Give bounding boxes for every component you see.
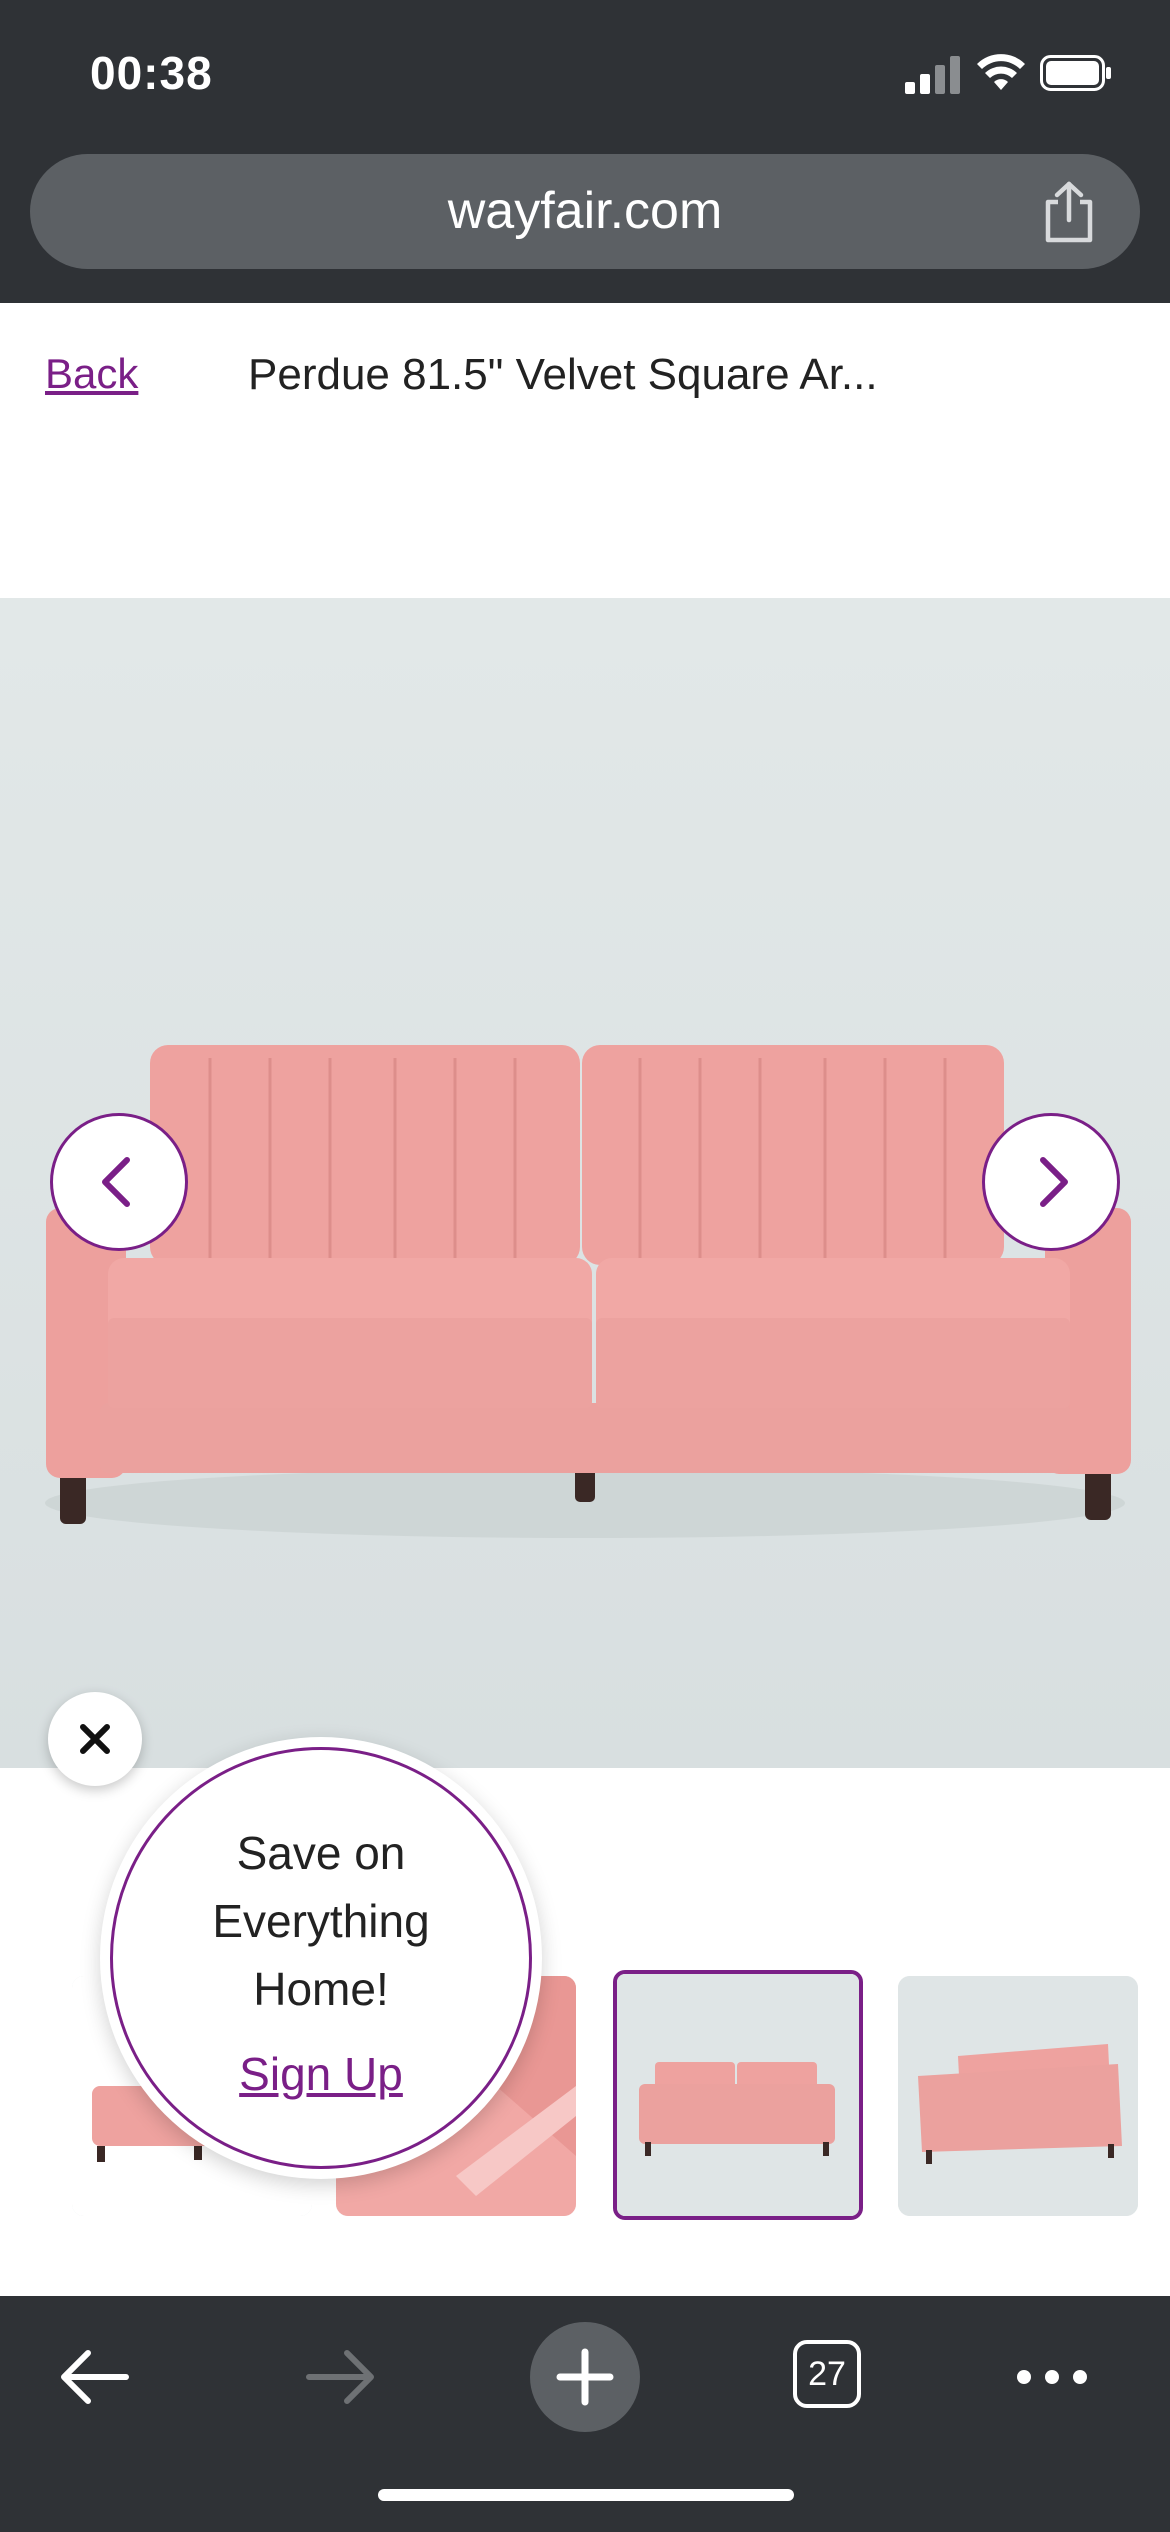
close-promo-button[interactable] <box>48 1692 142 1786</box>
back-link[interactable]: Back <box>45 350 138 398</box>
chevron-right-icon <box>1040 1157 1068 1207</box>
more-icon <box>1017 2370 1087 2384</box>
more-button[interactable] <box>1000 2322 1110 2432</box>
promo-bubble[interactable]: Save on Everything Home! Sign Up <box>100 1737 542 2179</box>
browser-forward-button[interactable] <box>285 2322 395 2432</box>
tabs-button[interactable]: 27 <box>775 2322 885 2432</box>
share-icon[interactable] <box>1040 180 1098 244</box>
signal-icon <box>905 56 960 94</box>
browser-back-button[interactable] <box>40 2322 150 2432</box>
product-title: Perdue 81.5" Velvet Square Ar... <box>248 350 878 399</box>
sign-up-link[interactable]: Sign Up <box>160 2047 482 2101</box>
address-bar[interactable]: wayfair.com <box>30 154 1140 269</box>
thumbnail-4[interactable] <box>898 1976 1138 2216</box>
status-time: 00:38 <box>90 47 213 99</box>
promo-line-2: Everything <box>212 1895 430 1947</box>
thumbnail-image <box>898 1976 1138 2216</box>
wifi-icon <box>977 54 1025 90</box>
promo-line-3: Home! <box>253 1963 389 2015</box>
battery-icon <box>1040 55 1111 91</box>
chevron-left-icon <box>102 1157 130 1207</box>
promo-line-1: Save on <box>236 1827 406 1879</box>
close-icon <box>80 1724 110 1754</box>
thumbnail-3-selected[interactable] <box>613 1970 863 2220</box>
new-tab-button[interactable] <box>530 2322 640 2432</box>
arrow-right-icon <box>306 2350 374 2404</box>
url-text: wayfair.com <box>447 182 723 240</box>
promo-message: Save on Everything Home! <box>160 1819 482 2023</box>
tabs-icon: 27 <box>793 2340 861 2408</box>
home-indicator <box>378 2489 794 2501</box>
next-image-button[interactable] <box>982 1113 1120 1251</box>
arrow-left-icon <box>61 2350 129 2404</box>
thumbnail-image <box>617 1974 859 2216</box>
plus-icon <box>556 2348 614 2406</box>
previous-image-button[interactable] <box>50 1113 188 1251</box>
